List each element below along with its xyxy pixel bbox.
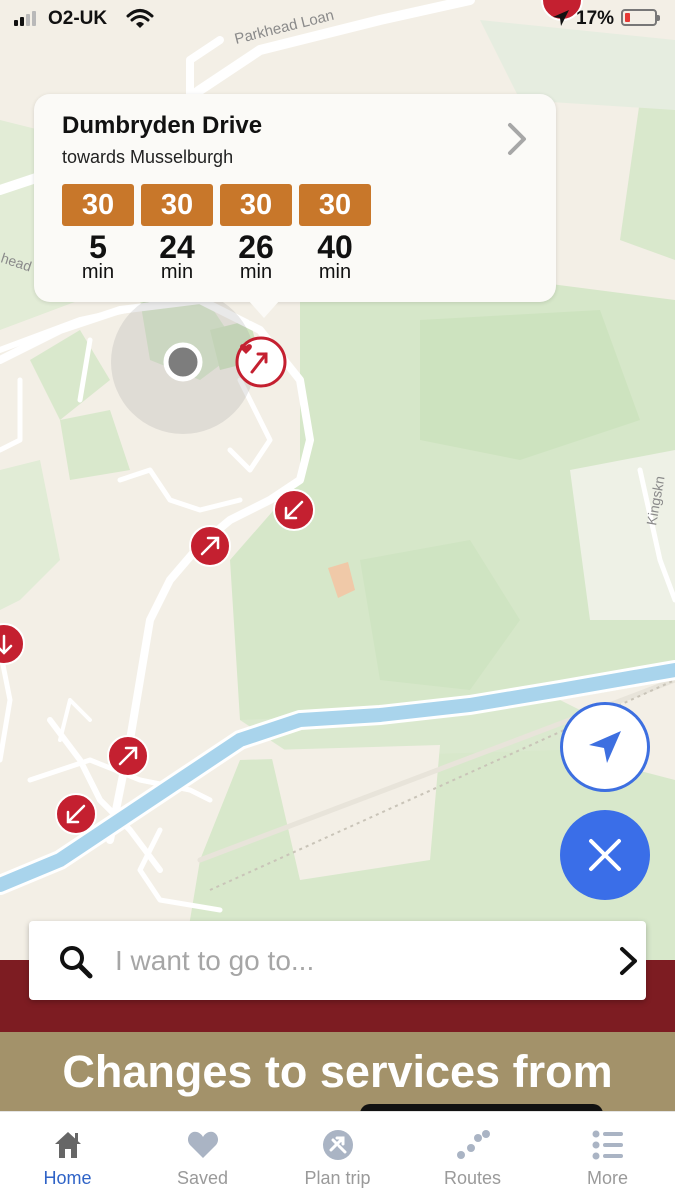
stop-direction: towards Musselburgh — [62, 147, 234, 167]
tab-label: More — [586, 1168, 628, 1188]
tab-label: Routes — [443, 1168, 502, 1188]
service-changes-banner[interactable]: Changes to services from — [0, 1032, 675, 1112]
departure-item[interactable]: 30 5 min — [62, 184, 134, 282]
tab-routes[interactable]: Routes — [405, 1112, 540, 1201]
route-badge: 30 — [220, 184, 292, 226]
route-badge: 30 — [141, 184, 213, 226]
wifi-icon — [126, 9, 154, 28]
battery-icon — [621, 9, 660, 26]
plan-trip-icon — [322, 1130, 353, 1160]
route-badge: 30 — [62, 184, 134, 226]
chevron-right-icon[interactable] — [506, 122, 528, 156]
status-bar: O2-UK 17% — [0, 0, 675, 40]
due-unit: min — [160, 261, 194, 283]
battery-percentage: 17% — [576, 8, 615, 29]
departure-item[interactable]: 30 24 min — [141, 184, 213, 282]
bus-stop-marker[interactable] — [107, 735, 149, 777]
banner-title: Changes to services from — [62, 1046, 613, 1097]
due-minutes: 5 — [89, 229, 107, 265]
due-unit: min — [318, 261, 352, 283]
stop-name: Dumbryden Drive — [62, 112, 263, 139]
tab-saved[interactable]: Saved — [135, 1112, 270, 1201]
location-services-icon — [553, 10, 569, 26]
bus-stop-marker[interactable] — [55, 793, 97, 835]
bus-stop-marker[interactable] — [273, 489, 315, 531]
tab-plan-trip[interactable]: Plan trip — [270, 1112, 405, 1201]
tab-bar: Home Saved Plan trip Routes More — [0, 1111, 675, 1201]
departure-item[interactable]: 30 26 min — [220, 184, 292, 282]
due-unit: min — [81, 261, 115, 283]
locate-me-button[interactable] — [560, 702, 650, 792]
tab-label: Saved — [176, 1168, 229, 1188]
due-unit: min — [239, 261, 273, 283]
departure-item[interactable]: 30 40 min — [299, 184, 371, 282]
list-icon — [592, 1130, 623, 1160]
departures-list: 30 5 min 30 24 min 30 26 min 30 40 min — [62, 184, 371, 282]
user-location-dot — [163, 342, 203, 382]
search-placeholder: I want to go to... — [115, 945, 315, 976]
close-button[interactable] — [560, 810, 650, 900]
navigation-arrow-icon — [589, 731, 621, 763]
tab-more[interactable]: More — [540, 1112, 675, 1201]
stop-info-card[interactable]: Dumbryden Drive towards Musselburgh 30 5… — [34, 94, 556, 318]
tab-home[interactable]: Home — [0, 1112, 135, 1201]
tab-label: Plan trip — [304, 1168, 371, 1188]
search-input[interactable]: I want to go to... — [29, 921, 646, 1000]
routes-icon — [456, 1130, 490, 1159]
tab-label: Home — [43, 1168, 92, 1188]
close-icon — [589, 839, 621, 871]
cellular-signal-icon — [14, 11, 36, 26]
home-icon — [54, 1132, 81, 1158]
selected-stop-marker[interactable] — [235, 336, 287, 388]
due-minutes: 40 — [317, 229, 353, 265]
search-icon — [60, 946, 93, 979]
carrier-name: O2-UK — [48, 8, 108, 29]
heart-icon — [187, 1131, 218, 1158]
route-badge: 30 — [299, 184, 371, 226]
bus-stop-marker[interactable] — [189, 525, 231, 567]
due-minutes: 24 — [159, 229, 195, 265]
due-minutes: 26 — [238, 229, 274, 265]
chevron-right-icon — [620, 947, 637, 975]
